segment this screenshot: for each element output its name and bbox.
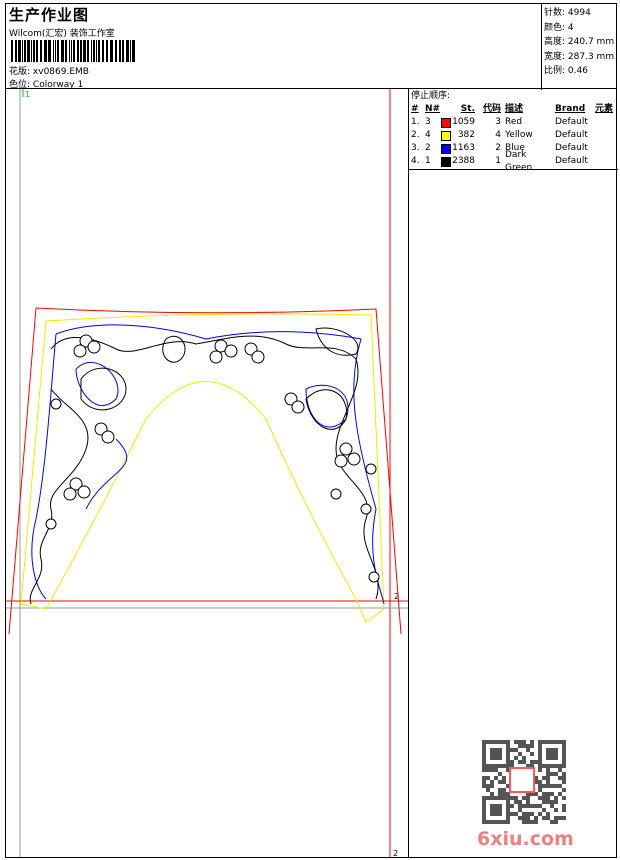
row-description: Red <box>505 117 523 127</box>
color-swatch <box>441 130 451 141</box>
watermark-text: 6xiu.com <box>477 828 574 850</box>
stat-row: 针数: 4994 <box>544 6 618 21</box>
row-stitches: 2388 <box>452 156 475 166</box>
row-brand: Default <box>555 130 588 140</box>
row-needle: 1 <box>425 156 431 166</box>
table-row: 4. 1 2388 1 Dark Green Default <box>411 150 616 173</box>
row-code: 4 <box>495 130 501 140</box>
stat-value: 240.7 mm <box>567 37 615 47</box>
row-brand: Default <box>555 143 588 153</box>
row-code: 3 <box>495 117 501 127</box>
design-file: 花版: xv0869.EMB <box>9 64 89 77</box>
color-swatch <box>441 143 451 154</box>
row-code: 1 <box>495 156 501 166</box>
stat-row: 比例: 0.46 <box>544 64 618 79</box>
stop-sequence-table: 停止顺序: # N# St. 代码 描述 Brand 元素 1. 3 1059 … <box>409 89 618 173</box>
row-description: Dark Green <box>505 149 533 173</box>
stat-label: 宽度: <box>544 51 566 62</box>
watermark: 6xiu.com <box>472 738 612 856</box>
page-title: 生产作业图 <box>9 6 90 24</box>
row-brand: Default <box>555 156 588 166</box>
flower-motifs <box>45 334 380 583</box>
row-stitches: 1059 <box>452 117 475 127</box>
stat-row: 颜色: 4 <box>544 21 618 36</box>
col-brand: Brand <box>555 104 586 114</box>
path-blue <box>31 324 385 605</box>
stat-label: 高度: <box>544 37 566 47</box>
barcode <box>11 40 135 62</box>
row-index: 2. <box>411 130 420 140</box>
design-value: xv0869.EMB <box>32 67 89 77</box>
row-code: 2 <box>495 143 501 153</box>
col-element: 元素 <box>595 104 614 114</box>
outline-red <box>8 307 402 635</box>
row-description: Yellow <box>505 130 533 140</box>
table-row: 1. 3 1059 3 Red Default <box>411 116 616 129</box>
stat-label: 比例: <box>544 66 566 76</box>
table-title: 停止顺序: <box>411 91 451 101</box>
stat-value: 4994 <box>567 8 591 18</box>
stat-value: 0.46 <box>567 66 588 76</box>
row-needle: 3 <box>425 117 431 127</box>
row-index: 1. <box>411 117 420 127</box>
col-stitches: St. <box>460 104 475 114</box>
col-description: 描述 <box>505 104 524 114</box>
color-swatch <box>441 117 451 128</box>
row-brand: Default <box>555 117 588 127</box>
stat-row: 宽度: 287.3 mm <box>544 50 618 65</box>
row-needle: 2 <box>425 143 431 153</box>
row-stitches: 1163 <box>452 143 475 153</box>
stat-value: 287.3 mm <box>567 51 615 62</box>
col-index: # <box>411 104 419 114</box>
stat-label: 针数: <box>544 8 566 18</box>
stat-row: 高度: 240.7 mm <box>544 35 618 50</box>
row-index: 3. <box>411 143 420 153</box>
row-stitches: 382 <box>457 130 475 140</box>
header-panel: 生产作业图 Wilcom(汇宏) 装饰工作室 花版: xv0869.EMB 色位… <box>5 3 618 90</box>
design-label: 花版: <box>9 67 31 77</box>
table-header: # N# St. 代码 描述 Brand 元素 <box>411 103 616 116</box>
marker-2-bottom: 2 <box>393 849 398 857</box>
table-row: 2. 4 382 4 Yellow Default <box>411 129 616 142</box>
marker-1: 1 <box>25 90 30 99</box>
col-code: 代码 <box>482 104 501 114</box>
stat-value: 4 <box>567 22 574 33</box>
stat-label: 颜色: <box>544 22 566 33</box>
path-black <box>29 327 379 605</box>
row-needle: 4 <box>425 130 431 140</box>
color-swatch <box>441 156 451 167</box>
row-index: 4. <box>411 156 420 166</box>
col-needle: N# <box>425 104 441 114</box>
embroidery-preview: 1 2 2 <box>6 89 408 857</box>
stats-panel: 针数: 4994 颜色: 4 高度: 240.7 mm 宽度: 287.3 mm 比例:… <box>541 4 618 90</box>
company-name: Wilcom(汇宏) 装饰工作室 <box>9 29 115 39</box>
